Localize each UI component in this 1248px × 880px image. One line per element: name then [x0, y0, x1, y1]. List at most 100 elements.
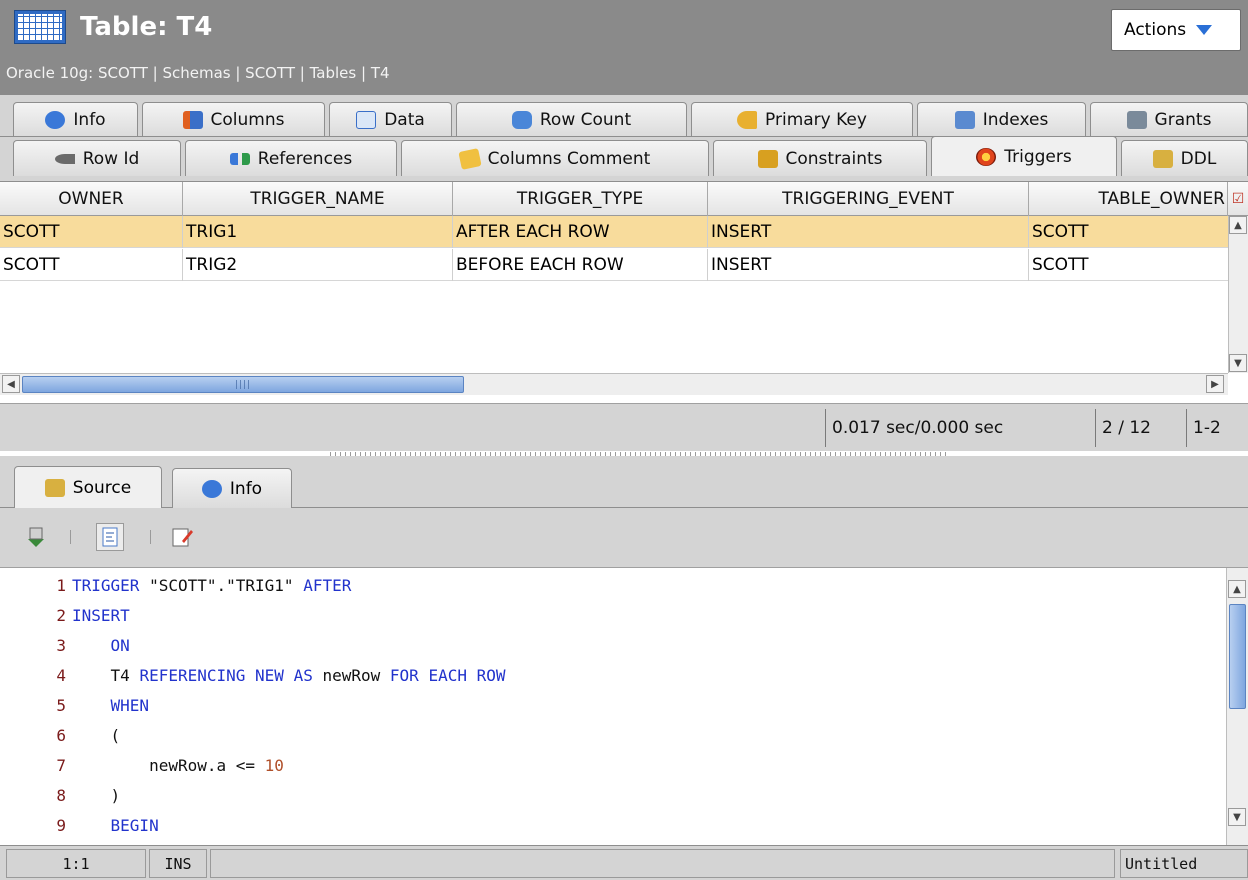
- column-header[interactable]: TRIGGER_NAME: [183, 182, 453, 216]
- editor-status-bar: 1:1 INS Untitled: [0, 845, 1248, 880]
- tab-source[interactable]: Source: [14, 466, 162, 509]
- code-line: 8 ): [0, 780, 1226, 810]
- toolbar-separator: [70, 530, 71, 544]
- column-header[interactable]: TABLE_OWNER: [1029, 182, 1228, 216]
- code-line: 3 ON: [0, 630, 1226, 660]
- code-token: T4: [72, 665, 140, 685]
- code-line: 1 TRIGGER "SCOTT"."TRIG1" AFTER: [0, 570, 1226, 600]
- cell: TRIG1: [183, 216, 453, 248]
- line-number: 1: [56, 575, 66, 595]
- tab-label: Row Count: [539, 109, 632, 130]
- page-title: Table: T4: [80, 12, 213, 42]
- tab-label: Primary Key: [765, 109, 867, 130]
- tab-constraints[interactable]: Constraints: [713, 140, 927, 176]
- source-editor[interactable]: 1 TRIGGER "SCOTT"."TRIG1" AFTER 2 INSERT 3 O…: [0, 568, 1248, 845]
- scroll-up-icon[interactable]: ▲: [1228, 580, 1246, 598]
- cell: SCOTT: [0, 249, 183, 281]
- vertical-scroll-thumb[interactable]: [1229, 604, 1246, 709]
- row-count: 2 / 12: [1095, 409, 1186, 447]
- scroll-right-icon[interactable]: ▶: [1206, 375, 1224, 393]
- edit-icon: [172, 528, 193, 547]
- tab-label: Columns: [210, 109, 285, 130]
- chevron-down-icon: [1196, 25, 1213, 35]
- grid-horizontal-scrollbar[interactable]: ◀ |||| ▶: [0, 373, 1228, 395]
- tab-data[interactable]: Data: [329, 102, 452, 136]
- horizontal-scroll-thumb[interactable]: ||||: [22, 376, 464, 393]
- column-header[interactable]: TRIGGER_TYPE: [453, 182, 708, 216]
- columns-icon: [182, 110, 203, 129]
- tab-label: Constraints: [785, 148, 883, 169]
- editor-toolbar: [0, 508, 1248, 568]
- scroll-down-icon[interactable]: ▼: [1228, 808, 1246, 826]
- cell: INSERT: [708, 216, 1029, 248]
- column-header[interactable]: OWNER: [0, 182, 183, 216]
- code-token: newRow: [322, 665, 390, 685]
- tab-label: Source: [72, 478, 132, 498]
- code-token: AFTER: [303, 575, 352, 595]
- status-message: [210, 849, 1115, 878]
- tab-source-info[interactable]: Info: [172, 468, 292, 508]
- table-row[interactable]: SCOTT TRIG2 BEFORE EACH ROW INSERT SCOTT: [0, 249, 1228, 281]
- toolbar-separator: [150, 530, 151, 544]
- line-number: 9: [56, 815, 66, 835]
- tab-indexes[interactable]: Indexes: [917, 102, 1086, 136]
- code-token: "SCOTT"."TRIG1": [149, 575, 304, 595]
- tab-info[interactable]: Info: [13, 102, 138, 136]
- tab-primary-key[interactable]: Primary Key: [691, 102, 913, 136]
- code-token: ON: [110, 635, 130, 655]
- tab-columns[interactable]: Columns: [142, 102, 325, 136]
- scroll-left-icon[interactable]: ◀: [2, 375, 20, 393]
- table-row[interactable]: SCOTT TRIG1 AFTER EACH ROW INSERT SCOTT: [0, 216, 1228, 248]
- code-token: TRIGGER: [72, 575, 150, 595]
- cell: INSERT: [708, 249, 1029, 281]
- line-number: 5: [56, 695, 66, 715]
- code-line: 7 newRow.a <= 10: [0, 750, 1226, 780]
- actions-button[interactable]: Actions: [1111, 9, 1241, 51]
- source-icon: [44, 479, 65, 497]
- format-icon: [102, 527, 118, 547]
- grid-status-bar: 0.017 sec/0.000 sec 2 / 12 1-2: [0, 403, 1248, 451]
- code-token: WHEN: [110, 695, 150, 715]
- line-number: 4: [56, 665, 66, 685]
- tab-references[interactable]: References: [185, 140, 397, 176]
- ddl-icon: [1152, 149, 1173, 168]
- comment-icon: [458, 147, 482, 170]
- references-icon: [229, 152, 250, 165]
- scroll-down-icon[interactable]: ▼: [1229, 354, 1247, 372]
- edit-button[interactable]: [170, 525, 194, 549]
- tab-row-id[interactable]: Row Id: [13, 140, 181, 176]
- grid-icon: [356, 110, 377, 129]
- grid-vertical-scrollbar[interactable]: ▲ ▼: [1228, 216, 1248, 373]
- column-header[interactable]: TRIGGERING_EVENT: [708, 182, 1029, 216]
- editor-vertical-scrollbar[interactable]: ▲ ▼: [1226, 568, 1248, 845]
- query-timing: 0.017 sec/0.000 sec: [825, 409, 1095, 447]
- key-icon: [737, 110, 758, 129]
- tab-columns-comment[interactable]: Columns Comment: [401, 140, 709, 176]
- code-token: FOR EACH ROW: [389, 665, 506, 685]
- tab-label: References: [257, 148, 353, 169]
- tab-grants[interactable]: Grants: [1090, 102, 1248, 136]
- tab-label: DDL: [1180, 148, 1217, 169]
- row-id-icon: [54, 153, 75, 164]
- scroll-up-icon[interactable]: ▲: [1229, 216, 1247, 234]
- table-icon: [14, 10, 66, 44]
- file-name: Untitled: [1120, 849, 1248, 878]
- tab-label: Columns Comment: [487, 148, 651, 169]
- object-tabs: Info Columns Data Row Count Primary Key …: [0, 95, 1248, 181]
- tab-ddl[interactable]: DDL: [1121, 140, 1248, 176]
- export-button[interactable]: [24, 525, 48, 549]
- export-icon: [28, 527, 44, 547]
- code-line: 2 INSERT: [0, 600, 1226, 630]
- code-token: ): [72, 785, 121, 805]
- title-row: Table: T4: [14, 8, 212, 46]
- tab-row-count[interactable]: Row Count: [456, 102, 687, 136]
- tab-label: Data: [384, 109, 425, 130]
- tab-label: Row Id: [82, 148, 140, 169]
- info-icon: [45, 110, 66, 129]
- row-range: 1-2: [1186, 409, 1248, 447]
- column-picker-icon[interactable]: ☑: [1228, 182, 1248, 216]
- tab-triggers[interactable]: Triggers: [931, 136, 1117, 176]
- format-button[interactable]: [96, 523, 124, 551]
